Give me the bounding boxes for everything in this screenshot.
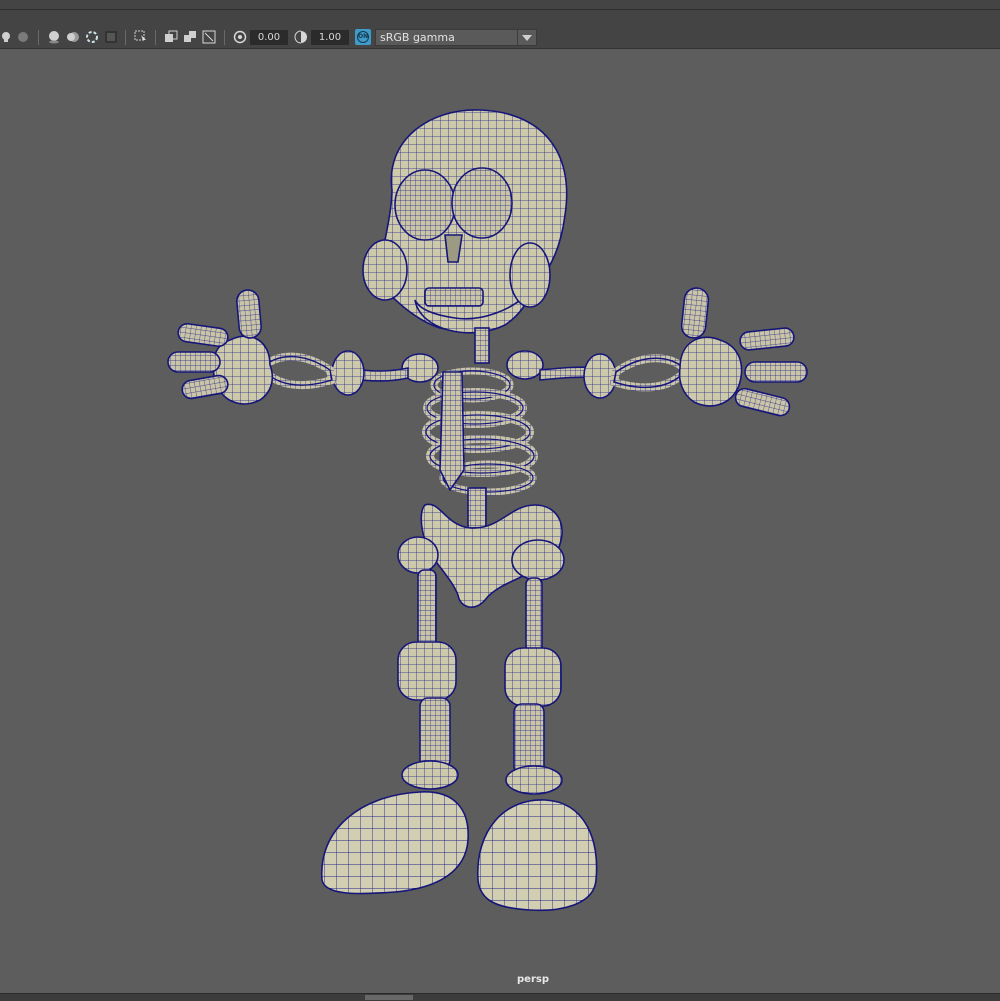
isolate-select-icon[interactable] [104, 30, 118, 44]
hand-right [678, 336, 743, 407]
finger-right-1 [739, 327, 795, 351]
toolbar-separator [38, 30, 39, 45]
thumb-left [236, 289, 262, 339]
xray-icon[interactable] [134, 30, 148, 44]
sternum [439, 371, 465, 492]
knee-left [397, 641, 457, 701]
hip-right [511, 539, 565, 581]
shin-right [513, 703, 545, 775]
chevron-down-icon [517, 30, 536, 45]
color-space-label: sRGB gamma [380, 31, 455, 44]
ankle-right [505, 765, 563, 795]
shoulder-right [506, 350, 544, 380]
finger-left-1 [177, 322, 229, 348]
finger-left-2 [167, 351, 221, 373]
xray-joints-icon[interactable] [164, 30, 178, 44]
toolbar-separator [155, 30, 156, 45]
3d-viewport[interactable] [0, 49, 1000, 992]
panel-menu-bar [0, 10, 1000, 26]
thumb-right [680, 287, 710, 339]
knee-right [504, 647, 562, 707]
cheek-left [362, 239, 408, 301]
gamma-field[interactable]: 1.00 [311, 30, 349, 45]
skeleton-character-wireframe [167, 109, 808, 912]
wireframe-on-shaded-icon[interactable] [202, 30, 216, 44]
hip-left [397, 536, 439, 574]
teeth [424, 287, 484, 307]
shadow-sphere-icon[interactable] [16, 30, 30, 44]
spine [467, 487, 487, 529]
foot-left [321, 791, 469, 895]
motion-blur-icon[interactable] [66, 30, 80, 44]
eye-socket-left [394, 169, 456, 241]
color-management-toggle[interactable]: ON [355, 29, 371, 45]
neck [474, 327, 490, 364]
color-management-badge: ON [357, 31, 369, 43]
window-top-strip [0, 0, 1000, 10]
gamma-icon[interactable] [294, 30, 308, 44]
anti-alias-icon[interactable] [85, 30, 99, 44]
xray-active-icon[interactable] [183, 30, 197, 44]
toolbar-separator [224, 30, 225, 45]
color-space-dropdown[interactable]: sRGB gamma [375, 29, 537, 46]
toolbar-separator [125, 30, 126, 45]
exposure-field[interactable]: 0.00 [250, 30, 288, 45]
light-bulb-icon[interactable] [0, 30, 14, 44]
cheek-right [509, 242, 551, 308]
finger-left-3 [181, 374, 229, 400]
eye-socket-right [451, 167, 513, 239]
shin-left [419, 697, 451, 769]
finger-right-3 [734, 387, 791, 417]
femur-right [525, 577, 543, 653]
elbow-left [331, 350, 365, 396]
finger-right-2 [744, 361, 808, 383]
ambient-occlusion-icon[interactable] [47, 30, 61, 44]
foot-right [477, 799, 598, 912]
femur-left [417, 569, 437, 651]
camera-label: persp [517, 974, 549, 985]
exposure-icon[interactable] [233, 30, 247, 44]
ankle-left [401, 760, 459, 790]
bottom-tab-handle[interactable] [365, 995, 413, 1000]
